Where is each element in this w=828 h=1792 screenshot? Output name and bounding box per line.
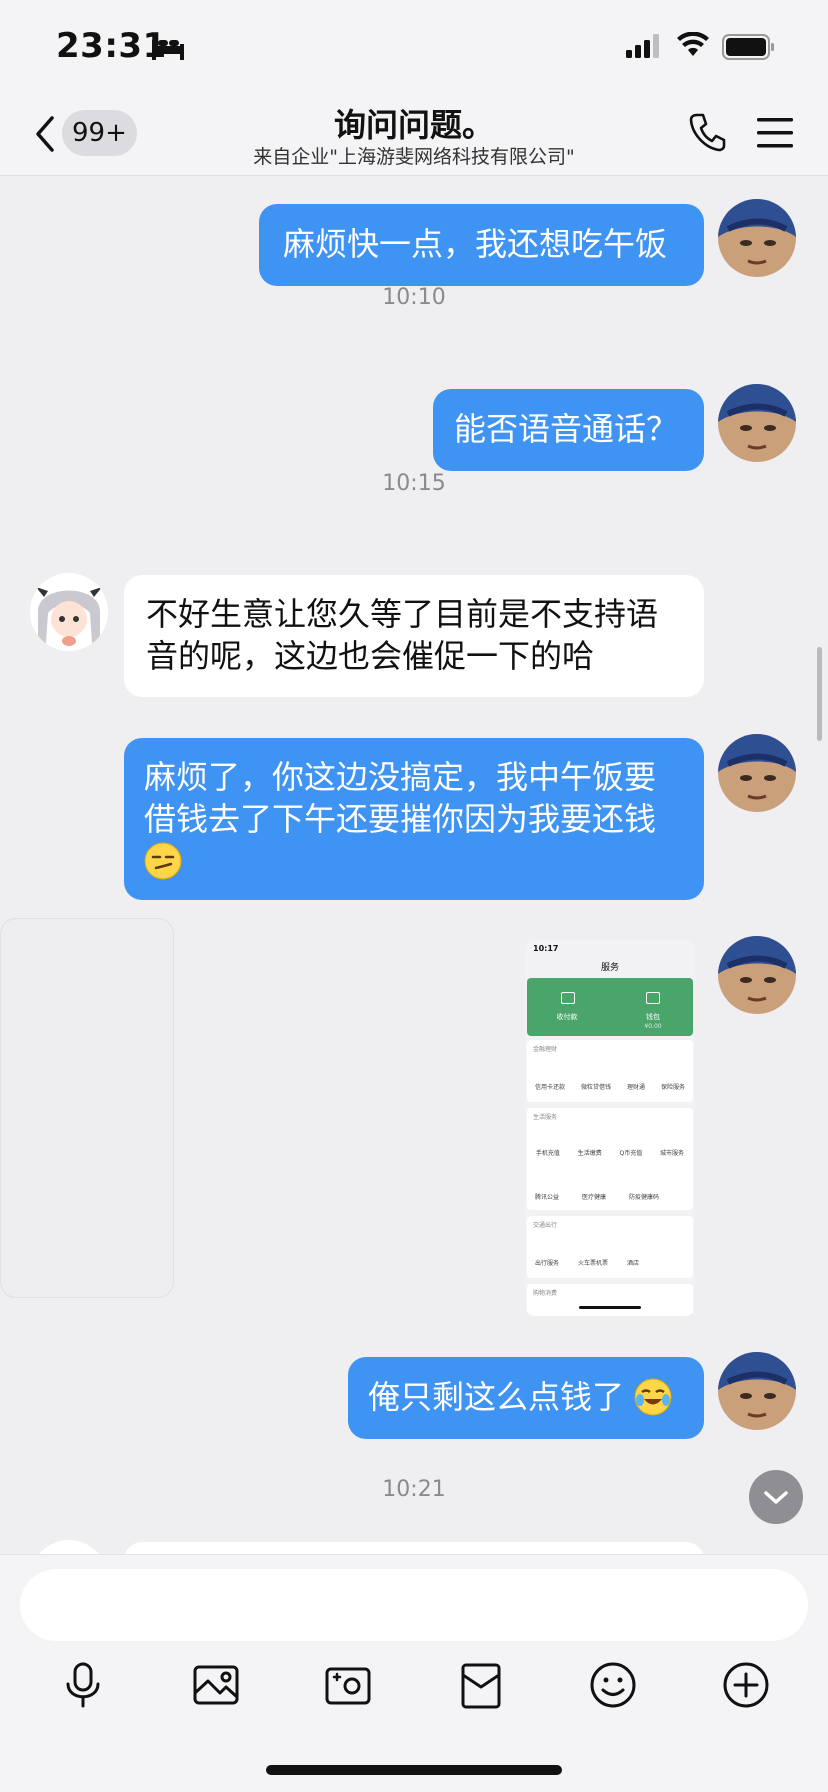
outgoing-message[interactable]: 麻烦快一点，我还想吃午饭	[259, 204, 704, 286]
incoming-message[interactable]	[124, 1542, 704, 1554]
shot-section-finance: 金融理财 信用卡还款 微粒贷借钱 理财通 保险服务	[527, 1040, 693, 1102]
phone-call-icon[interactable]	[688, 112, 726, 152]
outgoing-message[interactable]: 能否语音通话？	[433, 389, 704, 471]
agent-avatar[interactable]	[30, 1540, 108, 1554]
scroll-to-bottom-button[interactable]	[749, 1470, 803, 1524]
shot-section-life: 生活服务 手机充值 生活缴费 Q币充值 城市服务 腾讯公益 医疗健康 防疫健康码	[527, 1108, 693, 1210]
sleep-focus-icon	[152, 40, 184, 60]
mic-icon[interactable]	[57, 1659, 109, 1711]
outgoing-message[interactable]: 俺只剩这么点钱了	[348, 1357, 704, 1439]
scrollbar[interactable]	[817, 647, 822, 741]
incoming-message[interactable]: 不好生意让您久等了目前是不支持语音的呢，这边也会催促一下的哈	[124, 575, 704, 697]
cellular-signal-icon	[626, 34, 659, 58]
shot-section-travel: 交通出行 出行服务 火车票机票 酒店	[527, 1216, 693, 1278]
image-placeholder	[0, 918, 174, 1298]
my-avatar[interactable]	[718, 384, 796, 462]
my-avatar[interactable]	[718, 936, 796, 1014]
chat-area[interactable]: 麻烦快一点，我还想吃午饭 10:10 能否语音通话？ 10:15 不好生意让您久…	[0, 177, 828, 1554]
smirk-emoji-icon	[144, 842, 182, 880]
menu-icon[interactable]	[756, 116, 794, 150]
shot-title: 服务	[600, 963, 619, 973]
battery-icon	[722, 34, 774, 60]
my-avatar[interactable]	[718, 1352, 796, 1430]
shot-section-shopping: 购物消费	[527, 1284, 693, 1316]
red-packet-icon[interactable]	[455, 1659, 507, 1711]
outgoing-message[interactable]: 麻烦了，你这边没搞定，我中午饭要借钱去了下午还要摧你因为我要还钱	[124, 738, 704, 900]
plus-icon[interactable]	[720, 1659, 772, 1711]
chevron-down-icon	[764, 1491, 788, 1504]
timestamp: 10:21	[382, 1477, 446, 1502]
home-indicator	[266, 1765, 562, 1775]
my-avatar[interactable]	[718, 734, 796, 812]
screenshot-image-message[interactable]: 10:17 服务 收付款 钱包 ¥0.00 金融理财 信用卡还款 微粒贷借钱 理…	[525, 940, 695, 1316]
agent-avatar[interactable]	[30, 573, 108, 651]
shot-top-card: 收付款 钱包 ¥0.00	[527, 978, 693, 1036]
message-input[interactable]	[20, 1569, 808, 1641]
my-avatar[interactable]	[718, 199, 796, 277]
input-bar	[0, 1554, 828, 1792]
wifi-icon	[677, 32, 709, 56]
camera-icon[interactable]	[322, 1659, 374, 1711]
image-icon[interactable]	[190, 1659, 242, 1711]
timestamp: 10:15	[382, 471, 446, 496]
status-bar: 23:31	[0, 0, 828, 92]
timestamp: 10:10	[382, 285, 446, 310]
shot-time: 10:17	[533, 944, 559, 953]
crying-laughing-emoji-icon	[634, 1378, 672, 1416]
nav-bar: 99+ 询问问题。 来自企业"上海游斐网络科技有限公司"	[0, 92, 828, 176]
emoji-icon[interactable]	[587, 1659, 639, 1711]
